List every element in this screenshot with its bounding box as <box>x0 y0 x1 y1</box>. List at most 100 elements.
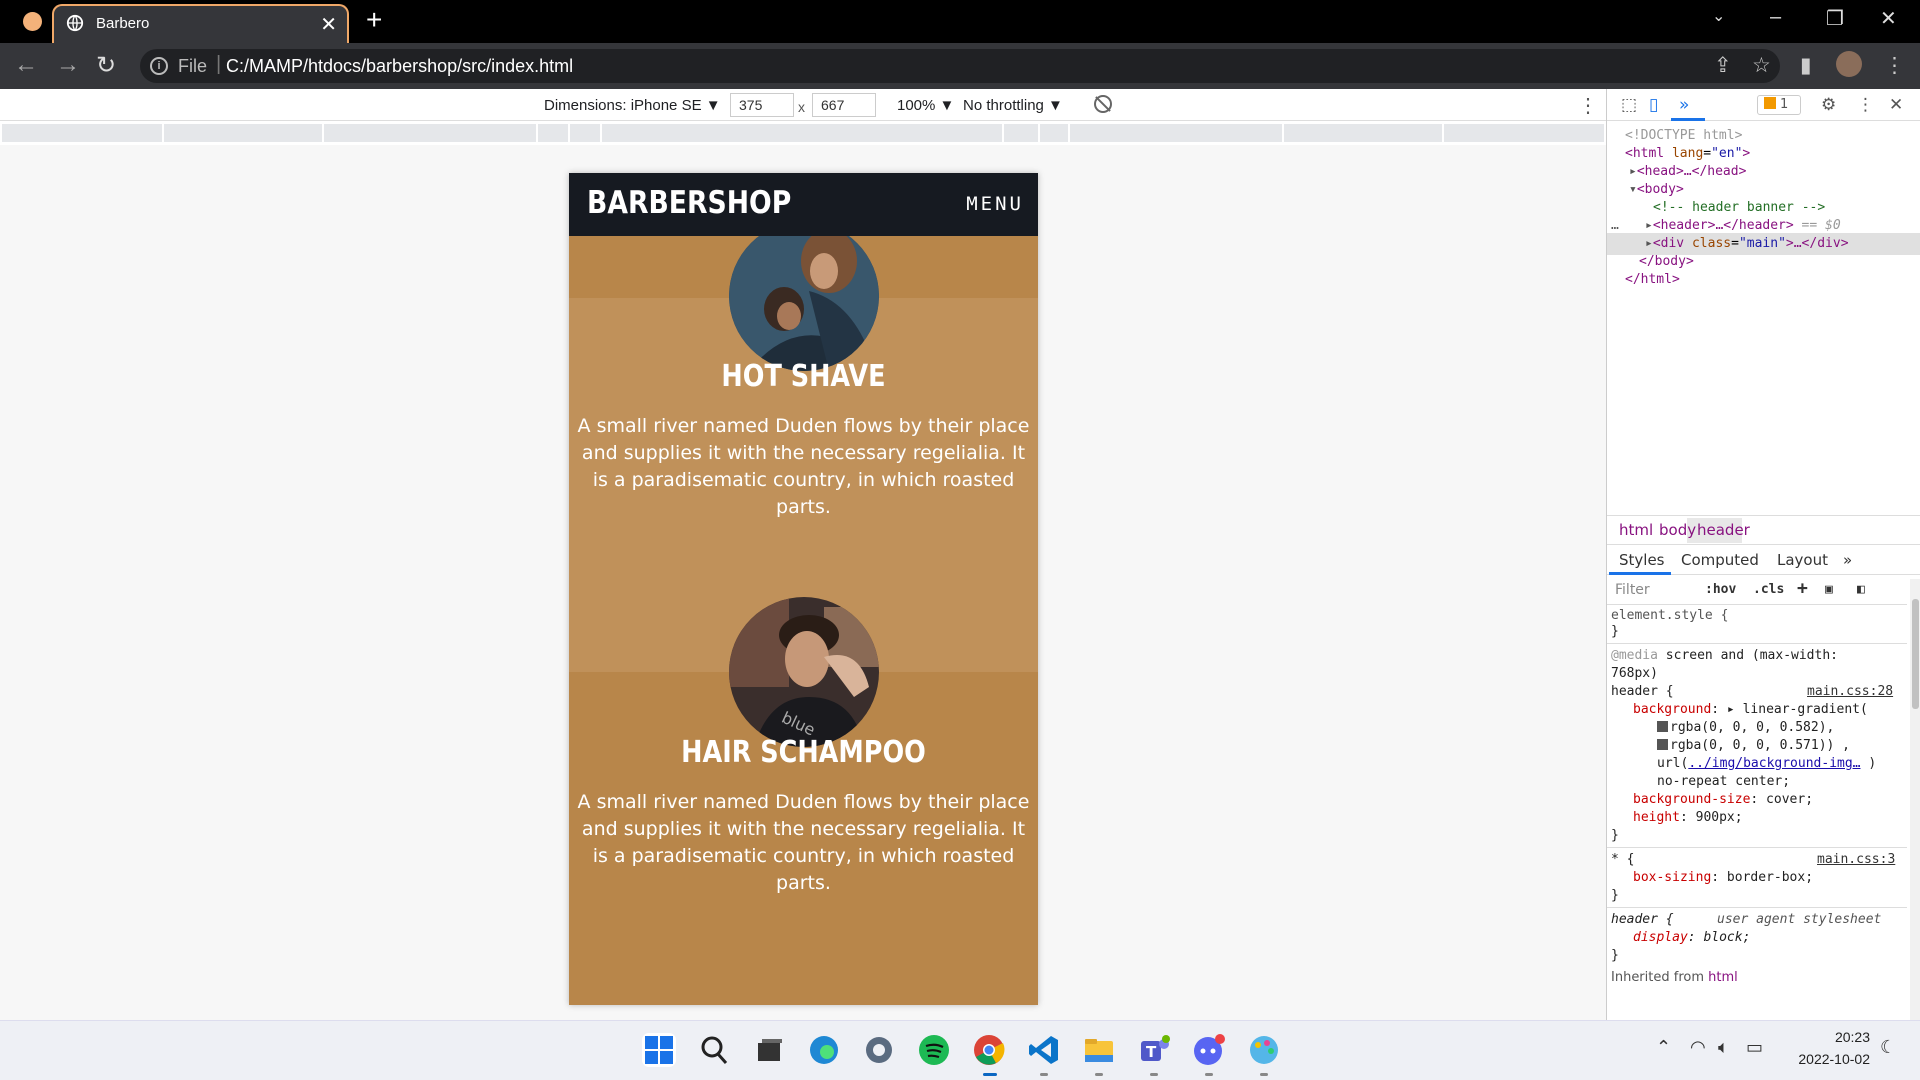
throttling-select[interactable]: No throttling ▼ <box>963 97 1063 114</box>
chrome-menu-icon[interactable]: ⋮ <box>1884 53 1905 78</box>
devtools-menu-icon[interactable]: ⋮ <box>1857 95 1874 115</box>
chrome-icon[interactable] <box>972 1033 1006 1067</box>
media-query-segment[interactable] <box>1284 124 1444 142</box>
media-query-segment[interactable] <box>1070 124 1284 142</box>
settings-gear-icon[interactable]: ⚙ <box>1821 95 1836 115</box>
crumb-html[interactable]: html <box>1619 521 1653 539</box>
inspect-element-icon[interactable]: ⬚ <box>1621 95 1637 115</box>
new-rule-icon[interactable]: + <box>1797 578 1808 599</box>
media-query-segment[interactable] <box>1040 124 1070 142</box>
device-width-input[interactable]: 375 <box>730 93 794 117</box>
tab-styles[interactable]: Styles <box>1619 551 1665 569</box>
url-text[interactable]: C:/MAMP/htdocs/barbershop/src/index.html <box>226 56 573 77</box>
device-dimensions-select[interactable]: Dimensions: iPhone SE ▼ <box>544 97 721 114</box>
paint-app-icon[interactable] <box>1247 1033 1281 1067</box>
source-link-main-css-28[interactable]: main.css:28 <box>1807 683 1893 701</box>
media-query-segment[interactable] <box>324 124 538 142</box>
hov-toggle[interactable]: :hov <box>1705 582 1736 597</box>
tree-html-lang-value: "en" <box>1711 146 1743 161</box>
vscode-icon[interactable] <box>1027 1033 1061 1067</box>
discord-icon[interactable] <box>1192 1033 1226 1067</box>
new-tab-button[interactable]: + <box>366 6 382 34</box>
file-explorer-icon[interactable] <box>1082 1033 1116 1067</box>
tab-barbero[interactable]: Barbero ✕ <box>52 4 349 43</box>
tree-row-ellipsis[interactable]: … <box>1611 215 1619 237</box>
share-icon[interactable]: ⇪ <box>1714 53 1732 78</box>
tab-search-icon[interactable]: ⌄ <box>1712 6 1725 26</box>
media-query-segment[interactable] <box>570 124 602 142</box>
file-label: File <box>178 56 208 76</box>
windows-start-icon[interactable] <box>642 1033 676 1067</box>
address-bar[interactable]: i File | C:/MAMP/htdocs/barbershop/src/i… <box>140 49 1780 83</box>
more-options-icon[interactable]: ⋮ <box>1578 93 1598 118</box>
minimize-button[interactable]: – <box>1770 6 1781 29</box>
height-declaration[interactable]: height: 900px; <box>1633 809 1743 827</box>
media-query-segment[interactable] <box>2 124 164 142</box>
cls-toggle[interactable]: .cls <box>1753 582 1784 597</box>
tab-close-icon[interactable]: ✕ <box>320 12 337 37</box>
crumb-header[interactable]: header <box>1697 521 1750 539</box>
media-query-segment[interactable] <box>1004 124 1040 142</box>
info-icon[interactable]: i <box>150 57 168 75</box>
header-selector[interactable]: header { <box>1611 683 1674 701</box>
toggle-sidebar-icon[interactable]: ◧ <box>1857 582 1865 597</box>
issues-badge[interactable]: 1 <box>1757 95 1801 115</box>
device-toggle-icon[interactable]: ▯ <box>1649 95 1658 115</box>
devtools-close-icon[interactable]: ✕ <box>1889 95 1903 115</box>
volume-icon[interactable]: 🔈︎ <box>1718 1037 1729 1058</box>
clock-date[interactable]: 2022-10-02 <box>1790 1051 1870 1067</box>
element-style-rule[interactable]: element.style { <box>1611 607 1728 625</box>
task-view-icon[interactable] <box>752 1033 786 1067</box>
more-tabs-icon[interactable]: » <box>1679 95 1689 115</box>
styles-filter-input[interactable]: Filter <box>1615 582 1650 598</box>
background-image-link[interactable]: ../img/background-img… <box>1688 756 1860 771</box>
device-height-input[interactable]: 667 <box>812 93 876 117</box>
avatar[interactable] <box>1836 51 1862 77</box>
background-declaration[interactable]: background: ▸ linear-gradient( <box>1633 701 1868 719</box>
tree-html-close[interactable]: </html> <box>1625 269 1680 291</box>
chevron-up-icon[interactable]: ⌃ <box>1656 1037 1671 1058</box>
reload-icon[interactable]: ↻ <box>96 51 116 80</box>
spotify-icon[interactable] <box>917 1033 951 1067</box>
paint-icon[interactable]: ▣ <box>1825 582 1833 597</box>
scrollbar-thumb[interactable] <box>1912 599 1919 709</box>
window-close-button[interactable]: ✕ <box>1880 6 1897 31</box>
styles-scrollbar[interactable] <box>1910 579 1920 1020</box>
tab-layout[interactable]: Layout <box>1777 551 1828 569</box>
teams-icon[interactable]: T <box>1137 1033 1171 1067</box>
profile-icon[interactable] <box>23 12 42 31</box>
rotate-icon[interactable] <box>1094 95 1112 113</box>
media-query-segment[interactable] <box>164 124 324 142</box>
forward-icon[interactable]: → <box>56 51 80 79</box>
restore-button[interactable]: ❐ <box>1826 6 1844 31</box>
moon-icon[interactable]: ☾ <box>1880 1037 1896 1058</box>
bookmark-star-icon[interactable]: ☆ <box>1752 53 1771 78</box>
media-query-segment[interactable] <box>1444 124 1606 142</box>
source-link-main-css-3[interactable]: main.css:3 <box>1817 851 1895 869</box>
more-style-tabs-icon[interactable]: » <box>1843 551 1852 569</box>
site-logo[interactable]: BARBERSHOP <box>587 185 791 221</box>
clock-time[interactable]: 20:23 <box>1790 1029 1870 1045</box>
menu-button[interactable]: MENU <box>966 193 1024 215</box>
wifi-icon[interactable]: ◠ <box>1690 1037 1706 1058</box>
universal-selector[interactable]: * { <box>1611 851 1634 869</box>
url-value: url(../img/background-img… ) <box>1657 755 1876 773</box>
settings-icon[interactable] <box>862 1033 896 1067</box>
media-query-segment[interactable] <box>538 124 570 142</box>
edge-icon[interactable] <box>807 1033 841 1067</box>
zoom-select[interactable]: 100% ▼ <box>897 97 954 114</box>
inherited-tag-link[interactable]: html <box>1708 970 1738 985</box>
back-icon[interactable]: ← <box>14 51 38 79</box>
background-size-declaration[interactable]: background-size: cover; <box>1633 791 1813 809</box>
search-icon[interactable] <box>697 1033 731 1067</box>
inherited-from: Inherited from html <box>1611 969 1738 987</box>
tab-computed[interactable]: Computed <box>1681 551 1759 569</box>
box-sizing-declaration[interactable]: box-sizing: border-box; <box>1633 869 1813 887</box>
battery-icon[interactable]: ▭ <box>1746 1037 1763 1058</box>
side-panel-icon[interactable]: ▮ <box>1800 53 1812 78</box>
crumb-body[interactable]: body <box>1659 521 1696 539</box>
media-query: @media screen and (max-width: <box>1611 647 1838 665</box>
color-swatch[interactable] <box>1657 739 1668 750</box>
color-swatch[interactable] <box>1657 721 1668 732</box>
media-query-segment[interactable] <box>602 124 1004 142</box>
